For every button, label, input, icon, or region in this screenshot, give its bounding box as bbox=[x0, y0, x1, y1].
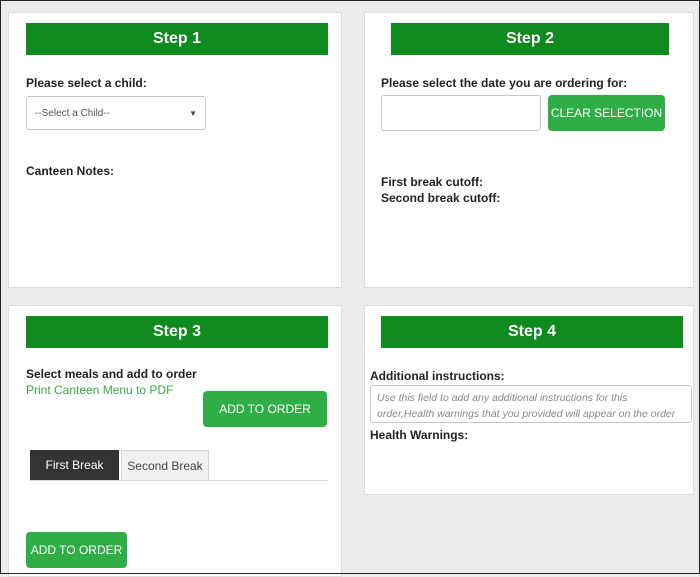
date-label: Please select the date you are ordering … bbox=[381, 76, 628, 90]
additional-instructions-input[interactable] bbox=[370, 385, 692, 423]
tab-second-break[interactable]: Second Break bbox=[121, 450, 209, 480]
health-warnings-label: Health Warnings: bbox=[370, 428, 469, 442]
second-break-cutoff: Second break cutoff: bbox=[381, 191, 501, 205]
triangle-down-icon: ▼ bbox=[189, 108, 197, 118]
clear-selection-button[interactable]: CLEAR SELECTION bbox=[548, 95, 665, 131]
first-break-cutoff: First break cutoff: bbox=[381, 175, 484, 189]
child-select-label: Please select a child: bbox=[26, 76, 147, 90]
step3-header: Step 3 bbox=[26, 316, 328, 348]
step3-panel: Step 3 Select meals and add to order Pri… bbox=[8, 305, 342, 577]
step1-header: Step 1 bbox=[26, 23, 328, 55]
step2-header: Step 2 bbox=[391, 23, 669, 55]
child-select-value: --Select a Child-- bbox=[35, 107, 111, 119]
step2-panel: Step 2 Please select the date you are or… bbox=[364, 12, 694, 288]
step4-title: Step 4 bbox=[507, 323, 556, 340]
print-menu-link[interactable]: Print Canteen Menu to PDF bbox=[26, 383, 173, 397]
add-to-order-button-top[interactable]: ADD TO ORDER bbox=[203, 391, 327, 427]
canteen-notes-label: Canteen Notes: bbox=[26, 164, 115, 178]
child-select[interactable]: --Select a Child-- ▼ bbox=[26, 96, 206, 130]
step1-panel: Step 1 Please select a child: --Select a… bbox=[8, 12, 342, 288]
date-input[interactable] bbox=[381, 95, 541, 131]
tab-divider bbox=[30, 480, 328, 481]
step1-title: Step 1 bbox=[152, 30, 201, 47]
step3-title: Step 3 bbox=[152, 323, 201, 340]
step4-header: Step 4 bbox=[381, 316, 683, 348]
select-meals-label: Select meals and add to order bbox=[26, 367, 197, 381]
step2-title: Step 2 bbox=[505, 30, 554, 47]
step4-panel: Step 4 Additional instructions: Health W… bbox=[364, 305, 694, 495]
tab-first-break[interactable]: First Break bbox=[30, 450, 119, 480]
additional-instructions-label: Additional instructions: bbox=[370, 369, 505, 383]
add-to-order-button-bottom[interactable]: ADD TO ORDER bbox=[26, 532, 127, 568]
